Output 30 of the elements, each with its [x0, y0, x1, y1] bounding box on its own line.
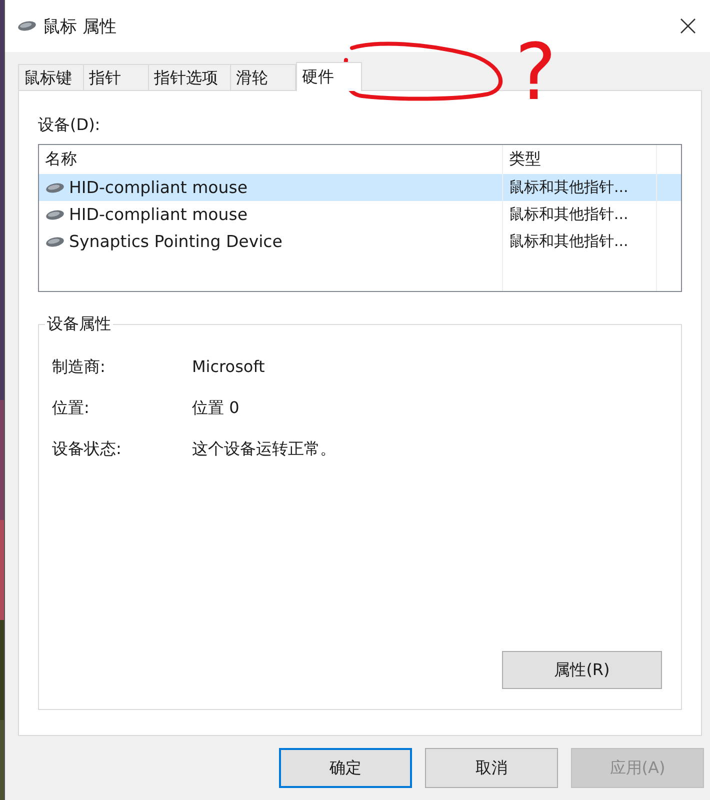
dialog-button[interactable]: 取消	[425, 748, 558, 788]
annotation-mark: ?	[515, 30, 556, 116]
dialog-button[interactable]: 确定	[279, 748, 412, 788]
tab[interactable]: 硬件	[296, 62, 362, 91]
field-value: Microsoft	[192, 357, 266, 377]
field-label: 设备状态:	[52, 439, 122, 459]
mouse-icon	[45, 208, 65, 220]
window-title: 鼠标 属性	[43, 16, 116, 38]
field-label: 位置:	[52, 398, 90, 418]
device-name: Synaptics Pointing Device	[69, 232, 282, 251]
mouse-icon	[45, 236, 65, 248]
device-name: HID-compliant mouse	[69, 205, 248, 224]
tab[interactable]: 滑轮	[230, 64, 296, 90]
device-type: 鼠标和其他指针...	[502, 201, 656, 228]
close-button[interactable]	[678, 16, 698, 36]
mouse-icon	[45, 182, 65, 194]
device-name: HID-compliant mouse	[69, 178, 248, 197]
list-row[interactable]: HID-compliant mouse 鼠标和其他指针...	[39, 174, 681, 201]
mouse-icon	[17, 20, 37, 32]
column-header[interactable]: 名称	[39, 145, 502, 174]
properties-button[interactable]: 属性(R)	[502, 651, 662, 689]
device-type: 鼠标和其他指针...	[502, 228, 656, 255]
list-row[interactable]: Synaptics Pointing Device 鼠标和其他指针...	[39, 228, 681, 255]
list-row[interactable]: HID-compliant mouse 鼠标和其他指针...	[39, 201, 681, 228]
device-type: 鼠标和其他指针...	[502, 174, 656, 201]
field-label: 制造商:	[52, 357, 106, 377]
list-label: 设备(D):	[38, 115, 102, 136]
field-value: 这个设备运转正常。	[192, 439, 337, 459]
field-value: 位置 0	[192, 398, 240, 418]
tab[interactable]: 鼠标键	[18, 64, 84, 90]
